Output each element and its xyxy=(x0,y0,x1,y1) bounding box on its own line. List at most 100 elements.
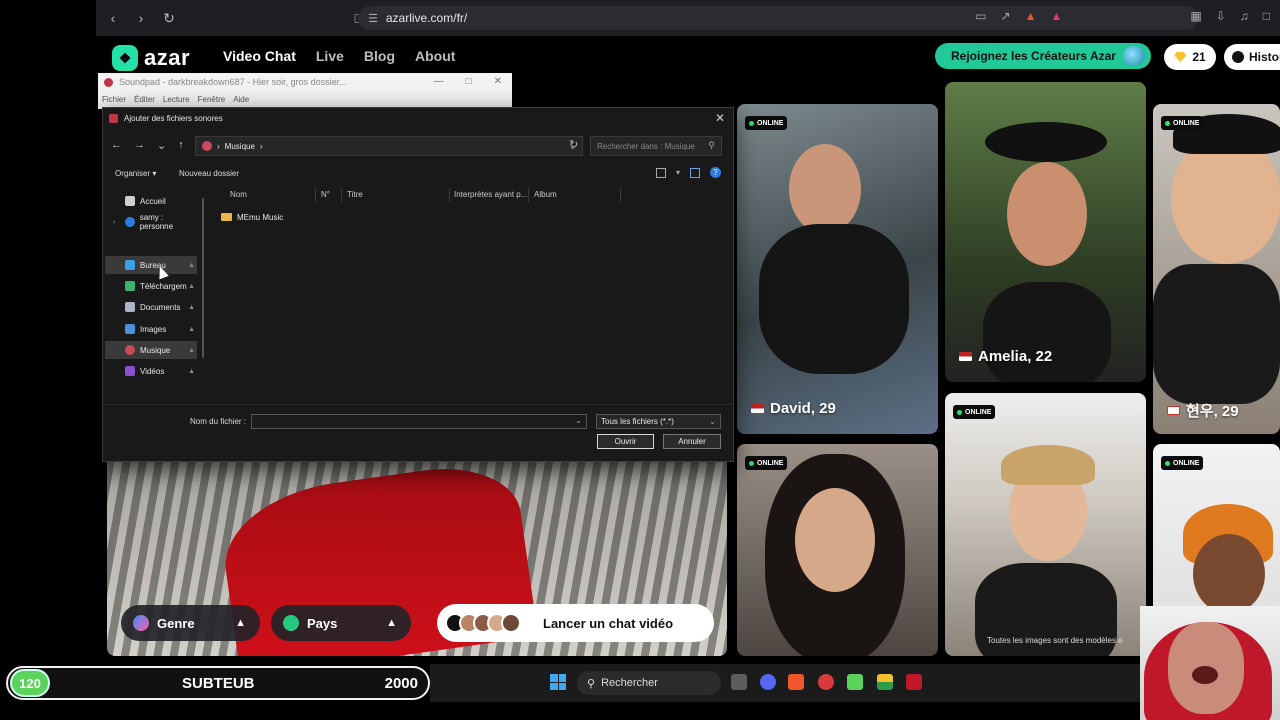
streamer-facecam xyxy=(1140,606,1280,720)
refresh-icon[interactable]: ↻ xyxy=(569,138,578,151)
cancel-button[interactable]: Annuler xyxy=(663,434,721,449)
creators-button[interactable]: Rejoignez les Créateurs Azar xyxy=(935,43,1151,69)
expand-chevron-icon[interactable]: › xyxy=(113,219,115,226)
soundpad-logo-icon xyxy=(104,77,113,87)
avatar-stack xyxy=(445,613,521,633)
task-view-icon[interactable] xyxy=(731,674,747,690)
view-mode-icon[interactable] xyxy=(655,167,666,178)
column-number[interactable]: N° xyxy=(321,190,330,199)
image-icon xyxy=(125,324,135,334)
chevron-down-icon: ⌄ xyxy=(709,417,716,426)
online-badge: ONLINE xyxy=(745,456,788,470)
minimize-icon[interactable]: — xyxy=(434,76,444,87)
online-badge: ONLINE xyxy=(1161,116,1204,130)
sidebar-item-downloads[interactable]: Téléchargem ▲ xyxy=(105,277,197,295)
open-button[interactable]: Ouvrir xyxy=(597,434,654,449)
nav-blog[interactable]: Blog xyxy=(364,48,395,64)
online-badge: ONLINE xyxy=(745,116,788,130)
column-artists[interactable]: Interprètes ayant p... xyxy=(454,190,527,199)
profile-card[interactable]: Amelia, 22 xyxy=(945,82,1146,382)
sidebar-item-home[interactable]: Accueil xyxy=(105,192,197,210)
help-icon[interactable]: ? xyxy=(710,167,721,178)
windows-start-icon[interactable] xyxy=(550,674,566,690)
nav-about[interactable]: About xyxy=(415,48,455,64)
menu-help[interactable]: Aide xyxy=(233,95,249,104)
sidebar-item-documents[interactable]: Documents ▲ xyxy=(105,298,197,316)
share-icon[interactable]: ↗ xyxy=(1001,9,1011,23)
profile-card[interactable]: ONLINE David, 29 xyxy=(737,104,938,434)
pin-icon: ▲ xyxy=(188,261,195,269)
close-icon[interactable]: ✕ xyxy=(715,111,725,125)
profile-card[interactable]: ONLINE xyxy=(945,393,1146,656)
recent-chevron-icon[interactable]: ⌄ xyxy=(157,139,166,152)
site-settings-icon[interactable]: ☰ xyxy=(368,12,378,25)
profile-name: Amelia, 22 xyxy=(959,348,1052,365)
nav-live[interactable]: Live xyxy=(316,48,344,64)
forward-icon[interactable]: › xyxy=(130,7,152,29)
folder-breadcrumb[interactable]: › Musique › ⌄ xyxy=(195,136,583,156)
menu-file[interactable]: Fichier xyxy=(102,95,126,104)
up-arrow-icon[interactable]: ↑ xyxy=(178,139,184,152)
breadcrumb-item[interactable]: Musique xyxy=(225,142,255,151)
sidebar-item-videos[interactable]: Vidéos ▲ xyxy=(105,362,197,380)
navigation-pane: Accueil › samy : personne Bureau ▲ Téléc… xyxy=(103,190,203,400)
sub-goal-label: SUBTEUB xyxy=(182,675,255,692)
launch-video-chat-button[interactable]: Lancer un chat vidéo xyxy=(437,604,714,642)
nav-video-chat[interactable]: Video Chat xyxy=(223,48,296,64)
forward-arrow-icon[interactable]: → xyxy=(134,139,145,152)
video-app-icon[interactable] xyxy=(906,674,922,690)
preview-pane-icon[interactable] xyxy=(690,167,700,178)
column-name[interactable]: Nom xyxy=(230,190,247,199)
sidebar-item-music[interactable]: Musique ▲ xyxy=(105,341,197,359)
app-icon[interactable] xyxy=(818,674,834,690)
azar-logo[interactable]: ❖ azar xyxy=(112,45,190,71)
chevron-down-icon[interactable]: ▾ xyxy=(676,168,680,177)
add-sounds-dialog: Ajouter des fichiers sonores ✕ ← → ⌄ ↑ ›… xyxy=(102,107,734,462)
cast-icon[interactable]: ▭ xyxy=(975,9,986,23)
folder-icon xyxy=(221,213,232,221)
reload-icon[interactable]: ↻ xyxy=(158,7,180,29)
sidebar-toggle-icon[interactable]: ▦ xyxy=(1190,9,1201,23)
maximize-icon[interactable]: □ xyxy=(466,76,472,87)
pin-icon: ▲ xyxy=(188,282,195,290)
menu-window[interactable]: Fenêtre xyxy=(198,95,226,104)
gender-filter[interactable]: Genre ▲ xyxy=(121,605,260,641)
filename-input[interactable]: ⌄ xyxy=(251,414,587,429)
history-button[interactable]: Histor xyxy=(1224,44,1280,70)
rewards-icon[interactable]: ▲ xyxy=(1050,9,1062,23)
file-row[interactable]: MEmu Music xyxy=(221,210,283,224)
app-icon[interactable] xyxy=(847,674,863,690)
organize-button[interactable]: Organiser ▾ xyxy=(115,169,156,178)
menu-edit[interactable]: Éditer xyxy=(134,95,155,104)
filetype-select[interactable]: Tous les fichiers (*.*) ⌄ xyxy=(596,414,721,429)
soundpad-window: Soundpad - darkbreakdown687 - Hier soir,… xyxy=(98,73,512,109)
back-icon[interactable]: ‹ xyxy=(102,7,124,29)
dialog-title: Ajouter des fichiers sonores xyxy=(124,113,223,123)
soundpad-menu: Fichier Éditer Lecture Fenêtre Aide xyxy=(102,95,249,104)
new-folder-button[interactable]: Nouveau dossier xyxy=(179,169,239,178)
discord-icon[interactable] xyxy=(760,674,776,690)
brave-icon[interactable] xyxy=(788,674,804,690)
music-icon[interactable]: ♫ xyxy=(1240,9,1249,23)
downloads-icon[interactable]: ⇩ xyxy=(1216,9,1226,23)
sidebar-scrollbar[interactable] xyxy=(202,198,204,358)
brave-shield-icon[interactable]: ▲ xyxy=(1025,9,1037,23)
menu-play[interactable]: Lecture xyxy=(163,95,190,104)
close-icon[interactable]: ✕ xyxy=(494,76,502,87)
profile-card[interactable]: ONLINE 현우, 29 xyxy=(1153,104,1280,434)
sidebar-item-onedrive[interactable]: › samy : personne xyxy=(105,213,197,231)
profile-icon[interactable]: □ xyxy=(1263,9,1270,23)
folder-search-input[interactable]: Rechercher dans : Musique ⚲ xyxy=(590,136,722,156)
app-icon[interactable] xyxy=(877,674,893,690)
globe-icon xyxy=(283,615,299,631)
profile-card[interactable]: ONLINE xyxy=(737,444,938,656)
chevron-down-icon[interactable]: ⌄ xyxy=(575,416,582,425)
column-title[interactable]: Titre xyxy=(347,190,363,199)
gems-balance[interactable]: 21 xyxy=(1164,44,1216,70)
column-album[interactable]: Album xyxy=(534,190,557,199)
taskbar-search[interactable]: ⚲ Rechercher xyxy=(577,671,721,695)
back-arrow-icon[interactable]: ← xyxy=(111,139,122,152)
sidebar-item-images[interactable]: Images ▲ xyxy=(105,320,197,338)
country-filter[interactable]: Pays ▲ xyxy=(271,605,411,641)
sidebar-item-desktop[interactable]: Bureau ▲ xyxy=(105,256,197,274)
